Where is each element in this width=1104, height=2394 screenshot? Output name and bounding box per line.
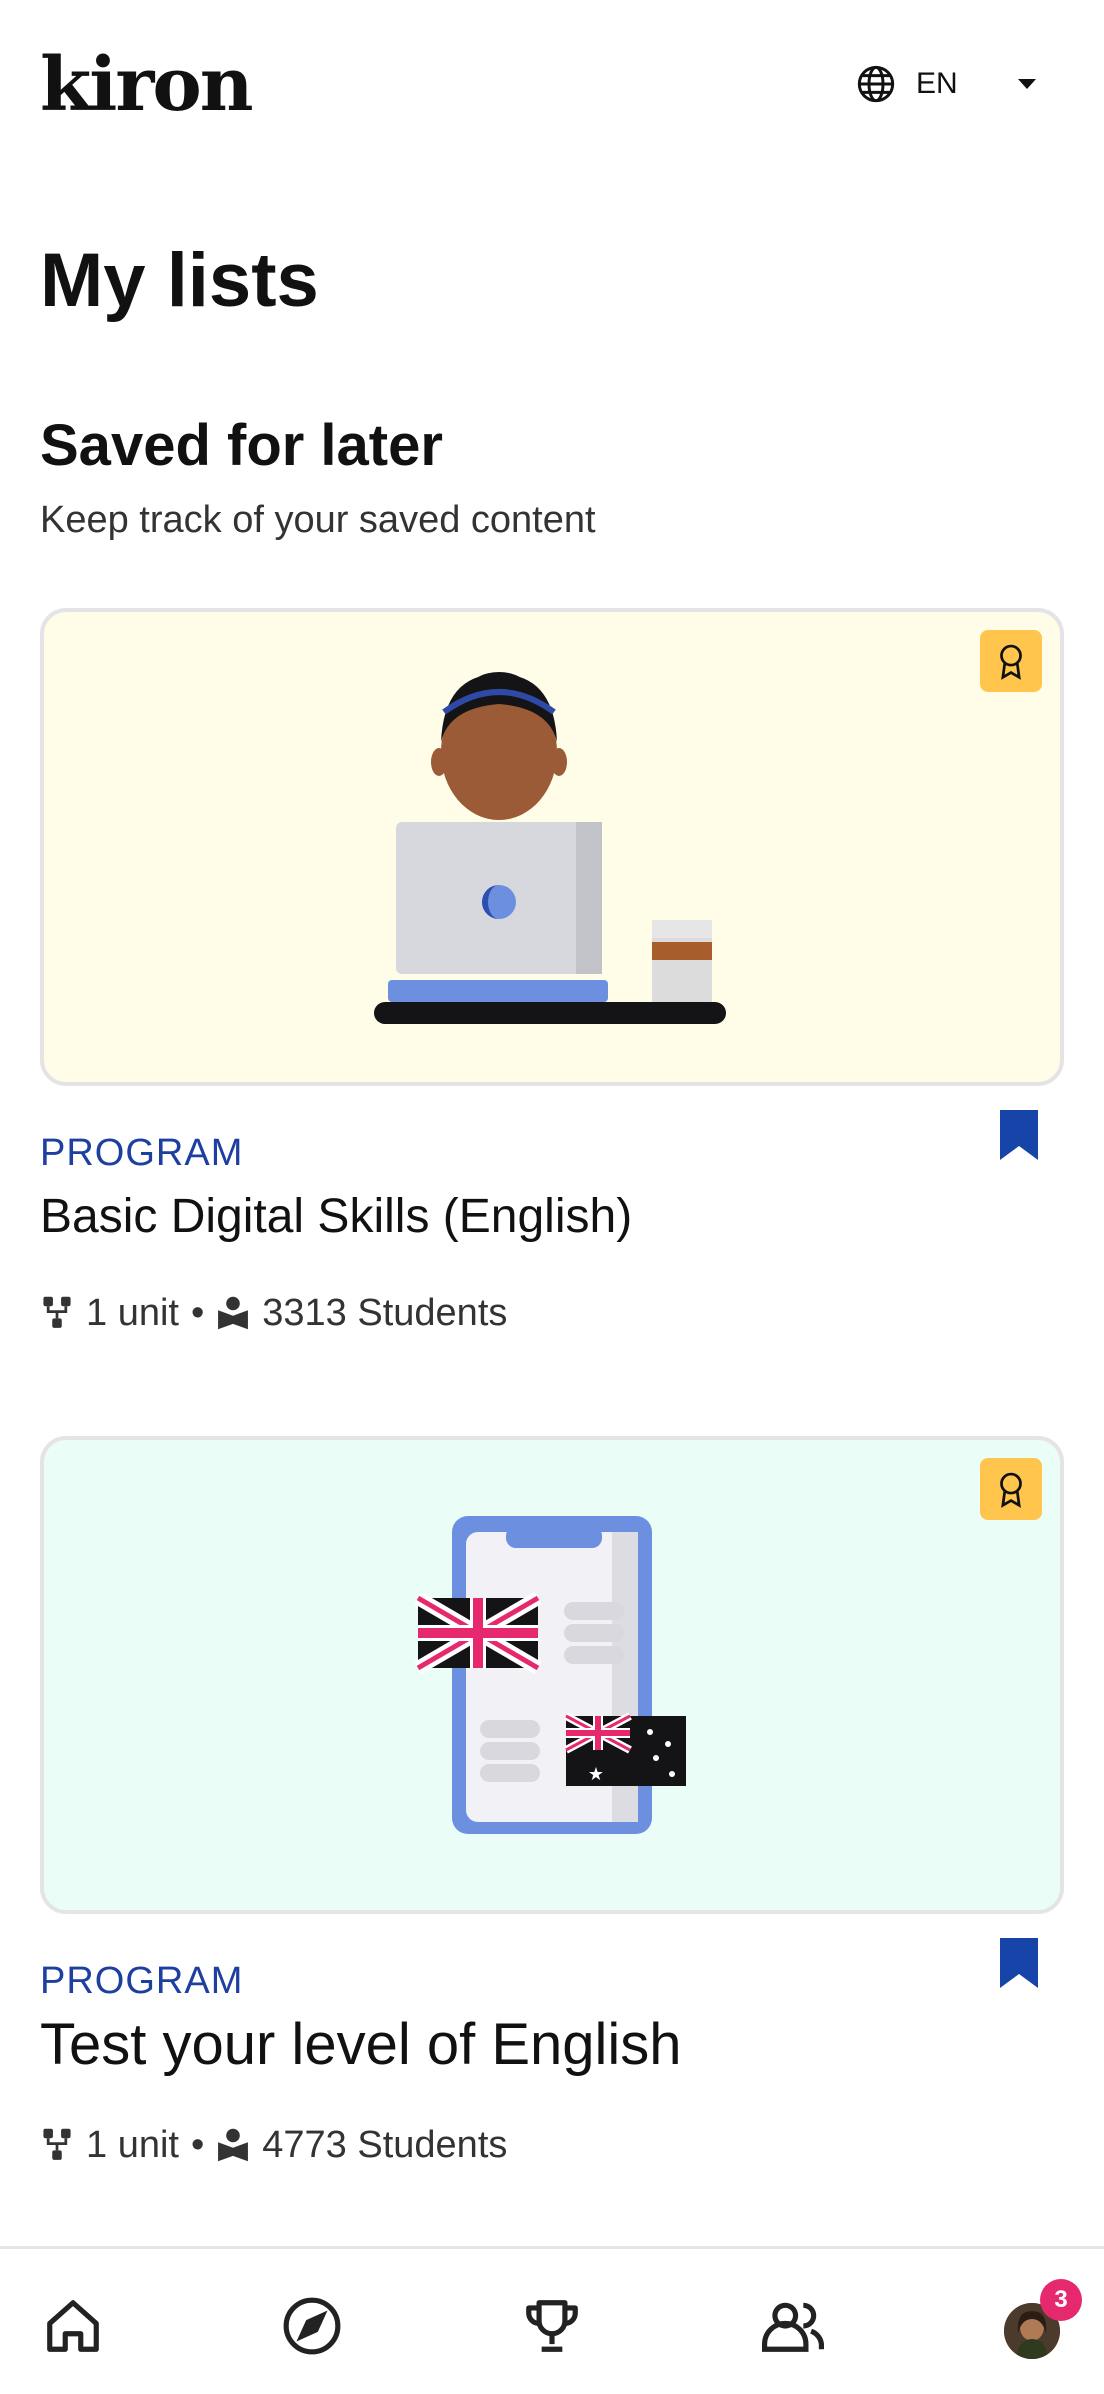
certificate-badge: [980, 630, 1042, 692]
nav-community[interactable]: [758, 2291, 828, 2361]
card-meta: 1 unit • 4773 Students: [40, 2120, 507, 2170]
trophy-icon: [526, 2300, 578, 2352]
uk-flag-icon: [414, 1591, 542, 1675]
page-title: My lists: [40, 238, 319, 323]
certificate-badge: [980, 1458, 1042, 1520]
home-icon: [47, 2300, 99, 2352]
explore-icon: [283, 2297, 341, 2355]
nav-achievements[interactable]: [517, 2291, 587, 2361]
phone-flags-illustration: ★: [414, 1516, 686, 1834]
globe-icon: [857, 65, 895, 103]
award-icon: [1000, 644, 1022, 680]
content-type-label: PROGRAM: [40, 1132, 244, 1174]
card-meta: 1 unit • 3313 Students: [40, 1288, 507, 1338]
program-card[interactable]: PROGRAM Basic Digital Skills (English) 1…: [40, 608, 1064, 1348]
award-icon: [1000, 1472, 1022, 1508]
card-image[interactable]: ★: [40, 1436, 1064, 1914]
australia-flag-icon: ★: [564, 1712, 686, 1786]
card-image[interactable]: [40, 608, 1064, 1086]
bookmark-icon[interactable]: [998, 1936, 1040, 1990]
content-type-label: PROGRAM: [40, 1960, 244, 2002]
card-title[interactable]: Test your level of English: [40, 2014, 682, 2076]
meta-separator: •: [190, 2124, 205, 2166]
units-icon: [43, 1296, 71, 1328]
nav-explore[interactable]: [277, 2291, 347, 2361]
page: kiron EN My lists Saved for later Keep t…: [0, 0, 1104, 2394]
meta-separator: •: [190, 1292, 205, 1334]
language-code: EN: [916, 67, 958, 100]
community-icon: [762, 2302, 824, 2352]
person-laptop-illustration: [374, 672, 726, 1024]
unit-count: 1 unit: [86, 1292, 179, 1334]
bottom-navigation: 3: [0, 2246, 1104, 2394]
section-title: Saved for later: [40, 413, 443, 478]
program-card[interactable]: ★ PROGRAM Test your level of English 1 u…: [40, 1436, 1064, 2176]
language-selector[interactable]: EN: [856, 56, 1056, 112]
students-icon: [218, 1296, 249, 1330]
chevron-down-icon: [1018, 79, 1036, 89]
bookmark-icon[interactable]: [998, 1108, 1040, 1162]
units-icon: [43, 2128, 71, 2160]
kiron-logo[interactable]: kiron: [40, 40, 254, 130]
notification-badge: 3: [1040, 2279, 1082, 2321]
students-icon: [218, 2128, 249, 2162]
section-subtitle: Keep track of your saved content: [40, 499, 596, 541]
student-count: 3313 Students: [262, 1292, 508, 1334]
nav-home[interactable]: [38, 2291, 108, 2361]
svg-text:★: ★: [588, 1764, 604, 1784]
student-count: 4773 Students: [262, 2124, 508, 2166]
card-title[interactable]: Basic Digital Skills (English): [40, 1186, 632, 1248]
unit-count: 1 unit: [86, 2124, 179, 2166]
